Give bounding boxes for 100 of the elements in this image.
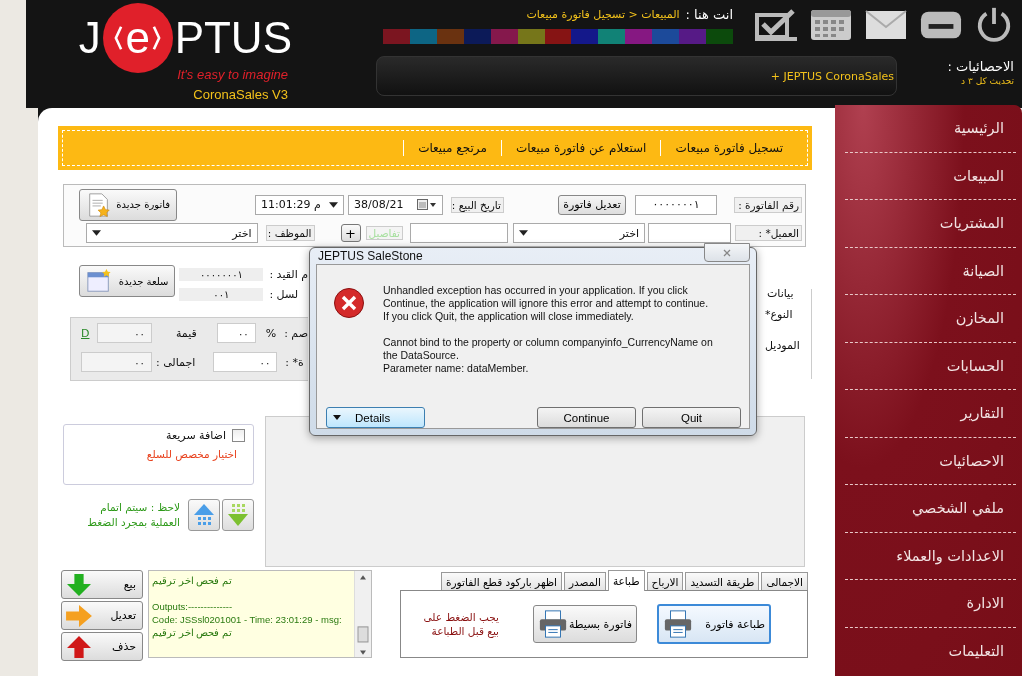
upload-button[interactable]	[188, 499, 220, 531]
close-icon	[722, 247, 732, 258]
print-button[interactable]: فاتورة بسيطة	[533, 605, 637, 643]
edit-invoice-button[interactable]: تعديل فاتورة	[558, 194, 626, 215]
ticker-text: + JEPTUS CoronaSales	[770, 69, 894, 83]
logo-mark: e	[102, 3, 173, 73]
theme-swatch[interactable]	[490, 29, 518, 44]
refresh-note: تحديث كل ٣ د	[960, 76, 1014, 86]
checklist-icon[interactable]	[755, 9, 797, 41]
readonly-field: ٠٠١	[179, 288, 264, 301]
menu-item[interactable]: استعلام عن فاتورة مبيعات	[500, 140, 661, 156]
sidebar-item[interactable]: الادارة	[845, 580, 1016, 628]
quit-button[interactable]: Quit	[642, 407, 741, 428]
theme-swatch[interactable]	[517, 29, 545, 44]
scrollbar[interactable]	[354, 571, 371, 657]
breadcrumb-path: المبيعات < تسجيل فاتورة مبيعات	[526, 7, 680, 21]
sidebar-item[interactable]: التعليمات	[845, 627, 1016, 675]
sidebar-item[interactable]: الاحصائيات	[845, 437, 1016, 485]
sidebar-item[interactable]: المشتريات	[845, 200, 1016, 248]
mail-icon[interactable]	[865, 9, 907, 41]
print-button[interactable]: طباعة فاتورة	[657, 604, 771, 644]
continue-button[interactable]: Continue	[537, 407, 636, 428]
action-button[interactable]: تعديل	[61, 601, 143, 630]
theme-swatch[interactable]	[625, 29, 653, 44]
sidebar-item[interactable]: الصيانة	[845, 247, 1016, 295]
sidebar-item[interactable]: الحسابات	[845, 342, 1016, 390]
tab[interactable]: الاجمالى	[761, 572, 808, 590]
tab[interactable]: المصدر	[564, 572, 606, 590]
customer-select[interactable]: اختر	[513, 223, 645, 243]
date-picker[interactable]: 38/08/21	[348, 194, 443, 215]
calendar-icon[interactable]	[810, 9, 852, 41]
download-icon	[225, 502, 251, 528]
caret-icon	[519, 230, 528, 236]
action-button[interactable]: حذف	[61, 632, 143, 661]
theme-swatch[interactable]	[706, 29, 733, 44]
tab[interactable]: الارباح	[646, 572, 684, 590]
action-button[interactable]: بيع	[61, 570, 143, 599]
currency-link[interactable]: D	[81, 326, 90, 340]
tab[interactable]: اظهر باركود قطع الفاتورة	[441, 572, 563, 590]
document-star-icon	[86, 191, 112, 218]
employee-select[interactable]: اختر	[85, 223, 258, 243]
error-details: Cannot bind to the property or column companyinfo_CurrencyName on the DataSource. Parameter name: dataMember.	[383, 336, 713, 375]
field-label: رقم الفاتورة :	[734, 196, 802, 213]
theme-swatch[interactable]	[383, 29, 410, 44]
tab[interactable]: طريقة التسديد	[685, 572, 760, 590]
new-item-button[interactable]: سلعة جديدة	[79, 265, 176, 297]
sidebar-item[interactable]: المخازن	[845, 295, 1016, 343]
error-message: Unhandled exception has occurred in your application. If you click Continue, the application will ignore this error and attempt to continue. If you click Quit, the application will close immediately.	[383, 284, 710, 323]
field-label: ة* :	[285, 355, 304, 369]
logo-tagline: It's easy to imagine	[177, 67, 288, 82]
field-label: قيمة	[175, 326, 197, 340]
sidebar-item[interactable]: التقارير	[845, 390, 1016, 438]
down-arrow-icon	[65, 572, 93, 597]
log-line: تم فحص اخر ترقيم	[152, 574, 233, 587]
field-label: الموديل	[765, 339, 800, 352]
sidebar-item[interactable]: ملفي الشخصي	[845, 485, 1016, 533]
menu-item[interactable]: تسجيل فاتورة مبيعات	[660, 140, 797, 156]
field-label: النوع*	[765, 308, 793, 321]
field-label: الموظف :	[265, 225, 315, 241]
field-label: م القيد :	[269, 268, 308, 281]
theme-swatch[interactable]	[652, 29, 680, 44]
field-label: اجمالى :	[156, 355, 196, 369]
sidebar-item[interactable]: الرئيسية	[845, 105, 1016, 153]
window-star-icon	[86, 268, 112, 294]
up-arrow-icon	[65, 634, 93, 659]
close-button[interactable]	[704, 243, 750, 262]
power-icon[interactable]	[975, 5, 1013, 43]
theme-swatch[interactable]	[409, 29, 437, 44]
log-line: Code: JSSsl0201001 - Time: 23:01:29 - msg:	[152, 613, 343, 626]
minimize-icon[interactable]	[920, 9, 962, 41]
hint-text: اختيار مخصص للسلع	[145, 448, 237, 460]
theme-swatch[interactable]	[571, 29, 599, 44]
theme-swatch[interactable]	[679, 29, 707, 44]
theme-swatch[interactable]	[463, 29, 491, 44]
download-button[interactable]	[222, 499, 254, 531]
text-field[interactable]	[410, 223, 508, 243]
percent-sign: %	[265, 326, 277, 340]
customer-field[interactable]	[648, 223, 731, 243]
details-button[interactable]: Details	[326, 407, 425, 428]
text-field[interactable]: ٠٠	[213, 352, 278, 372]
sidebar-item[interactable]: المبيعات	[845, 152, 1016, 200]
theme-swatch[interactable]	[544, 29, 572, 44]
product-name: CoronaSales V3	[193, 87, 288, 102]
add-button[interactable]: +	[340, 224, 361, 242]
group-legend: بيانات	[765, 287, 794, 300]
field-label: تاريخ البيع :	[451, 196, 504, 213]
field-label: صم :	[284, 326, 308, 340]
time-picker[interactable]: 11:01:29 م	[255, 194, 344, 215]
sidebar-item[interactable]: الاعدادات والعملاء	[845, 532, 1016, 580]
log-line: Outputs:--------------	[152, 600, 234, 613]
theme-swatch[interactable]	[598, 29, 626, 44]
new-invoice-button[interactable]: فاتورة جديدة	[79, 188, 177, 221]
tab[interactable]: طباعة	[607, 570, 645, 591]
note-text: يجب الضغط على بيع قبل الطباعة	[423, 610, 499, 638]
checkbox[interactable]	[232, 429, 245, 442]
discount-field[interactable]: ٠٠	[216, 323, 256, 343]
invoice-number-field[interactable]: ٠٠٠٠٠٠٠١	[635, 194, 717, 215]
menu-item[interactable]: مرتجع مبيعات	[403, 140, 501, 156]
total-field: ٠٠	[81, 352, 152, 372]
theme-swatch[interactable]	[436, 29, 464, 44]
